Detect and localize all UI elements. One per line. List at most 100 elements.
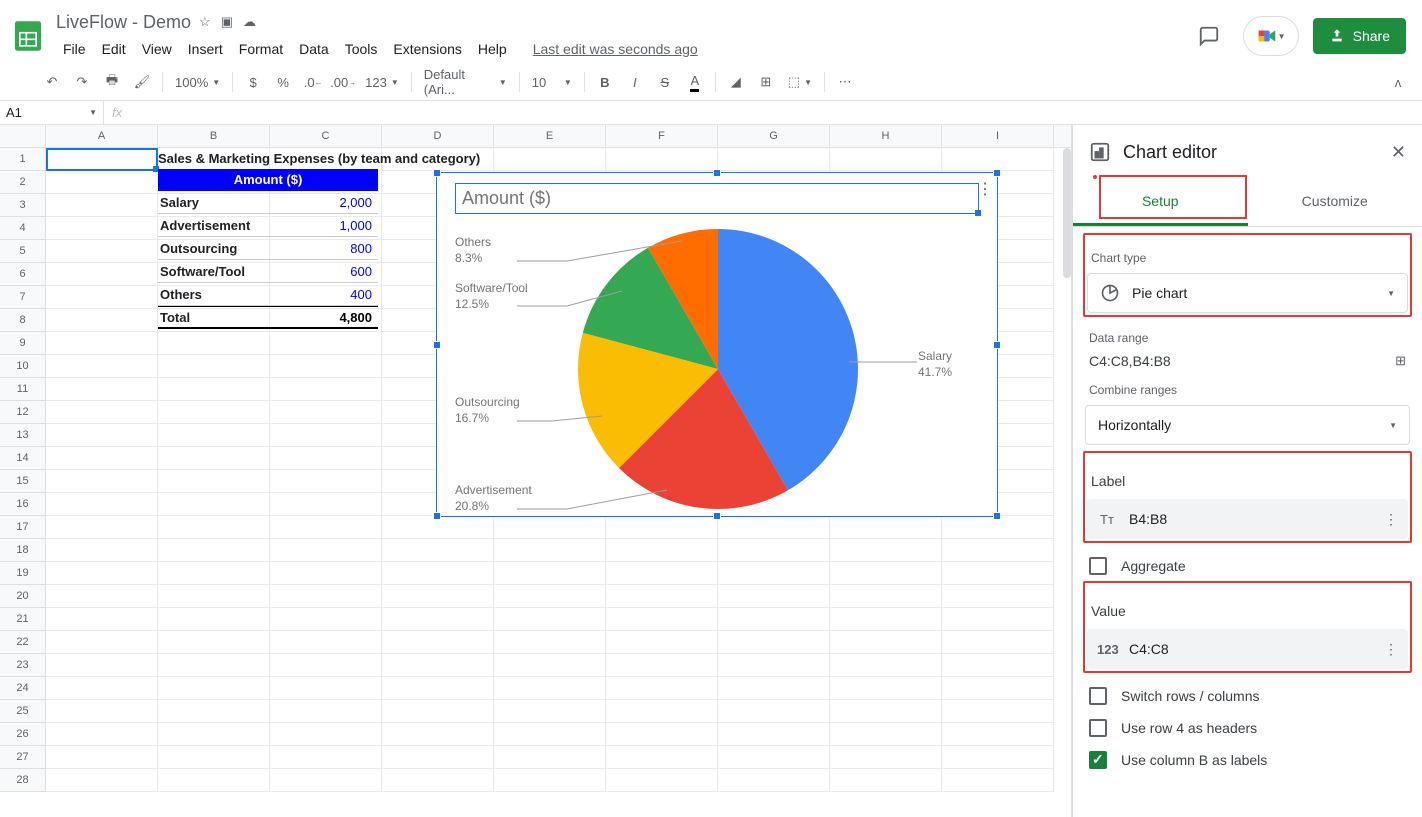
borders-button[interactable]: ⊞ [752, 68, 780, 96]
meet-icon[interactable]: ▼ [1243, 16, 1299, 56]
currency-button[interactable]: $ [239, 68, 267, 96]
col-header[interactable]: G [718, 125, 830, 147]
row-header[interactable]: 8 [0, 309, 46, 332]
cell[interactable] [942, 608, 1054, 631]
chart-menu-icon[interactable]: ⋮ [977, 179, 993, 199]
cell[interactable] [46, 516, 158, 539]
row-header[interactable]: 1 [0, 148, 46, 171]
cell[interactable] [830, 677, 942, 700]
cell[interactable] [46, 700, 158, 723]
cell[interactable] [942, 746, 1054, 769]
cell[interactable] [46, 562, 158, 585]
cell[interactable] [830, 539, 942, 562]
cell[interactable] [942, 539, 1054, 562]
cell[interactable] [270, 608, 382, 631]
cell[interactable] [382, 585, 494, 608]
cell[interactable] [830, 585, 942, 608]
row-header[interactable]: 22 [0, 631, 46, 654]
share-button[interactable]: Share [1313, 18, 1406, 54]
cell[interactable] [494, 539, 606, 562]
col-header[interactable]: C [270, 125, 382, 147]
cell[interactable] [46, 447, 158, 470]
cell[interactable] [606, 677, 718, 700]
row-header[interactable]: 14 [0, 447, 46, 470]
pie-chart[interactable]: ⋮ Amount ($) [436, 172, 998, 517]
row-header[interactable]: 7 [0, 286, 46, 309]
cell[interactable] [942, 148, 1054, 171]
col-header[interactable]: A [46, 125, 158, 147]
cell[interactable] [830, 608, 942, 631]
cell[interactable] [606, 148, 718, 171]
menu-extensions[interactable]: Extensions [386, 37, 468, 61]
cell[interactable] [158, 332, 270, 355]
star-icon[interactable]: ☆ [199, 14, 211, 30]
cell[interactable] [494, 148, 606, 171]
cell[interactable] [942, 631, 1054, 654]
cell[interactable] [942, 723, 1054, 746]
percent-button[interactable]: % [269, 68, 297, 96]
doc-title[interactable]: LiveFlow - Demo [56, 12, 191, 33]
cell[interactable] [606, 585, 718, 608]
cell[interactable] [494, 608, 606, 631]
cell[interactable] [382, 654, 494, 677]
cell[interactable] [46, 654, 158, 677]
label-chip[interactable]: Tᴛ B4:B8 ⋮ [1087, 499, 1408, 539]
cell[interactable] [158, 516, 270, 539]
cell[interactable] [606, 562, 718, 585]
cell[interactable] [494, 654, 606, 677]
cell[interactable] [942, 585, 1054, 608]
cell[interactable] [606, 539, 718, 562]
cell[interactable] [270, 769, 382, 792]
col-header[interactable]: B [158, 125, 270, 147]
cell[interactable] [830, 723, 942, 746]
cell[interactable] [382, 677, 494, 700]
cell[interactable] [158, 493, 270, 516]
cell[interactable] [606, 516, 718, 539]
chart-title[interactable]: Amount ($) [455, 183, 979, 214]
cell[interactable] [158, 608, 270, 631]
spreadsheet-grid[interactable]: A B C D E F G H I 1234567891011121314151… [0, 125, 1072, 817]
combine-ranges-select[interactable]: Horizontally ▼ [1085, 405, 1410, 445]
data-range-value[interactable]: C4:C8,B4:B8 [1089, 353, 1171, 369]
cell[interactable] [382, 723, 494, 746]
menu-file[interactable]: File [56, 37, 93, 61]
menu-format[interactable]: Format [232, 37, 290, 61]
chart-type-select[interactable]: Pie chart ▼ [1087, 273, 1408, 313]
col-header[interactable]: F [606, 125, 718, 147]
cell[interactable] [270, 378, 382, 401]
col-header[interactable]: D [382, 125, 494, 147]
cell[interactable] [606, 700, 718, 723]
cell[interactable] [46, 171, 158, 194]
cell[interactable] [830, 700, 942, 723]
cell[interactable] [46, 470, 158, 493]
kebab-icon[interactable]: ⋮ [1384, 641, 1398, 658]
cell[interactable] [46, 240, 158, 263]
use-row-headers-checkbox[interactable]: Use row 4 as headers [1089, 719, 1410, 737]
print-button[interactable]: 🖶 [98, 68, 126, 96]
cell[interactable] [158, 723, 270, 746]
cell[interactable] [158, 470, 270, 493]
cell[interactable] [718, 746, 830, 769]
comments-icon[interactable] [1189, 16, 1229, 56]
cell[interactable] [494, 723, 606, 746]
cell[interactable] [46, 263, 158, 286]
row-header[interactable]: 12 [0, 401, 46, 424]
kebab-icon[interactable]: ⋮ [1384, 511, 1398, 528]
cell[interactable] [718, 562, 830, 585]
cell[interactable] [942, 562, 1054, 585]
cell[interactable] [494, 677, 606, 700]
cell[interactable] [270, 332, 382, 355]
cell[interactable] [830, 769, 942, 792]
cell[interactable] [270, 654, 382, 677]
cell[interactable] [158, 746, 270, 769]
cell[interactable] [718, 723, 830, 746]
row-header[interactable]: 27 [0, 746, 46, 769]
cell[interactable] [942, 654, 1054, 677]
cell[interactable] [718, 148, 830, 171]
strike-button[interactable]: S [651, 68, 679, 96]
cell[interactable] [382, 608, 494, 631]
dec-decrease-button[interactable]: .0← [299, 68, 327, 96]
row-header[interactable]: 10 [0, 355, 46, 378]
cell[interactable] [158, 769, 270, 792]
cell[interactable] [46, 309, 158, 332]
